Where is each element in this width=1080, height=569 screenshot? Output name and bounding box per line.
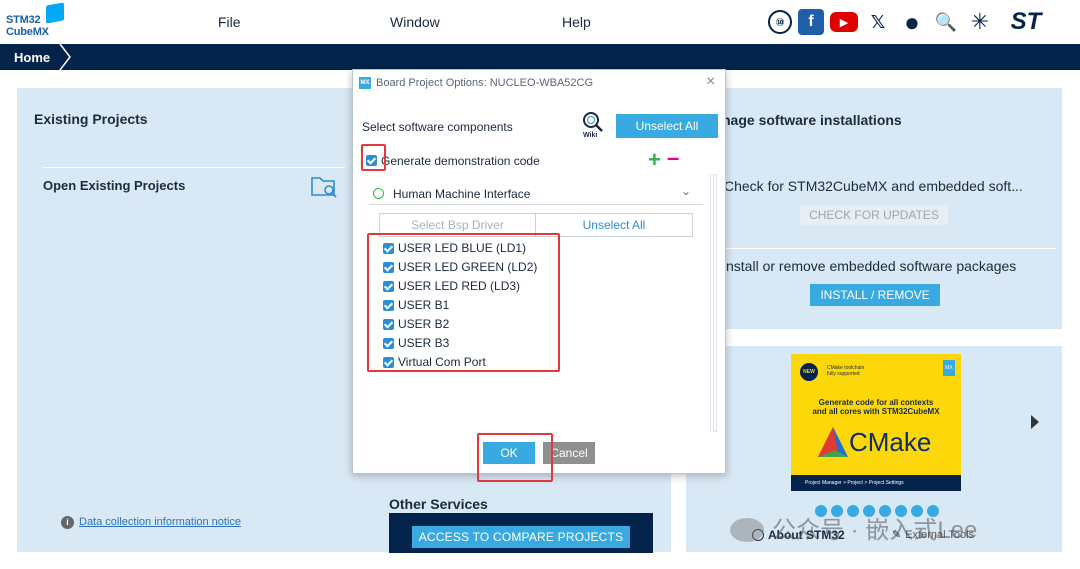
breadcrumb-bar: Home	[0, 44, 1080, 70]
unselect-all-tab[interactable]: Unselect All	[536, 213, 693, 237]
close-icon[interactable]: ×	[706, 73, 715, 91]
data-collection-notice-link[interactable]: Data collection information notice	[79, 516, 241, 528]
carousel-next-icon[interactable]	[1030, 414, 1040, 430]
anniversary-10-icon[interactable]: ⑩	[768, 10, 792, 34]
generate-demo-checkbox[interactable]	[366, 155, 377, 166]
x-icon[interactable]: 𝕏	[864, 8, 892, 36]
option-checkbox[interactable]	[383, 357, 394, 368]
new-badge: NEW	[800, 363, 818, 381]
divider	[43, 167, 345, 168]
info-icon: i	[61, 516, 74, 529]
install-remove-button[interactable]: INSTALL / REMOVE	[810, 284, 940, 306]
dialog-titlebar[interactable]: MX Board Project Options: NUCLEO-WBA52CG…	[353, 70, 725, 96]
wiki-label: Wiki	[583, 132, 598, 139]
facebook-icon[interactable]: f	[798, 9, 824, 35]
option-checkbox[interactable]	[383, 319, 394, 330]
scrollbar-thumb[interactable]	[713, 174, 717, 432]
search-community-icon[interactable]: 🔍	[932, 8, 960, 36]
dialog-scrollbar[interactable]	[710, 174, 718, 432]
cmake-footer: Project Manager > Project > Project Sett…	[791, 475, 961, 491]
wechat-icon	[730, 518, 764, 542]
open-existing-projects-label: Open Existing Projects	[43, 178, 186, 193]
st-logo[interactable]: ST	[1000, 8, 1052, 36]
wechat-watermark: 公众号 · 嵌入式Lee	[730, 510, 977, 545]
install-remove-text: nstall or remove embedded software packa…	[726, 258, 1017, 274]
board-project-options-dialog: MX Board Project Options: NUCLEO-WBA52CG…	[352, 69, 726, 474]
existing-projects-title: Existing Projects	[34, 111, 148, 127]
hmi-section-header[interactable]: Human Machine Interface ⌄	[369, 183, 703, 205]
option-label: USER LED BLUE (LD1)	[398, 241, 527, 255]
wiki-search-icon[interactable]: Wiki	[579, 110, 607, 142]
menu-file[interactable]: File	[218, 14, 241, 30]
divider	[724, 248, 1056, 249]
collapse-all-minus-icon[interactable]: –	[667, 145, 679, 171]
network-icon[interactable]: ✳	[966, 8, 994, 36]
menu-help[interactable]: Help	[562, 14, 591, 30]
chevron-down-icon: ⌄	[681, 184, 692, 198]
dialog-title: Board Project Options: NUCLEO-WBA52CG	[376, 77, 594, 89]
cmake-brand: CMake	[849, 427, 932, 457]
manage-software-title: nage software installations	[722, 112, 902, 128]
ok-button[interactable]: OK	[483, 442, 535, 464]
cmake-promo-card[interactable]: NEW CMake toolchain fully supported MX G…	[791, 354, 961, 491]
option-checkbox[interactable]	[383, 243, 394, 254]
option-label: USER LED GREEN (LD2)	[398, 260, 538, 274]
logo-text: STM32 CubeMX	[6, 14, 49, 38]
select-bsp-driver-tab[interactable]: Select Bsp Driver	[379, 213, 536, 237]
option-label: USER B3	[398, 336, 450, 350]
cmake-headline-2: and all cores with STM32CubeMX	[812, 407, 940, 416]
breadcrumb-chevron-icon	[59, 44, 71, 70]
unselect-all-button[interactable]: Unselect All	[616, 114, 718, 138]
top-menu-bar: STM32 CubeMX File Window Help ⑩ f ▶ 𝕏 ● …	[0, 0, 1080, 44]
open-folder-search-icon[interactable]	[310, 173, 338, 199]
github-icon[interactable]: ●	[898, 7, 926, 37]
stm32cubemx-logo[interactable]: STM32 CubeMX	[6, 2, 68, 42]
youtube-icon[interactable]: ▶	[830, 12, 858, 32]
access-compare-projects-button[interactable]: ACCESS TO COMPARE PROJECTS	[412, 526, 630, 548]
cancel-button[interactable]: Cancel	[543, 442, 595, 464]
option-label: USER B2	[398, 317, 450, 331]
select-software-components-label: Select software components	[362, 120, 513, 134]
generate-demo-label: Generate demonstration code	[381, 154, 540, 168]
menu-window[interactable]: Window	[390, 14, 440, 30]
option-label: Virtual Com Port	[398, 355, 486, 369]
check-updates-text: Check for STM32CubeMX and embedded soft.…	[724, 178, 1023, 194]
social-links: ⑩ f ▶ 𝕏 ● 🔍 ✳ ST	[768, 7, 1052, 37]
option-label: USER LED RED (LD3)	[398, 279, 521, 293]
check-circle-icon	[373, 188, 384, 199]
cmake-headline-1: Generate code for all contexts	[818, 398, 934, 407]
option-checkbox[interactable]	[383, 338, 394, 349]
option-checkbox[interactable]	[383, 281, 394, 292]
cmake-badge-text: CMake toolchain fully supported	[827, 365, 865, 377]
cmake-triangle-icon	[818, 427, 848, 457]
other-services-title: Other Services	[389, 496, 488, 512]
mx-small-badge: MX	[943, 360, 955, 376]
option-label: USER B1	[398, 298, 450, 312]
check-for-updates-button[interactable]: CHECK FOR UPDATES	[800, 205, 948, 225]
option-checkbox[interactable]	[383, 300, 394, 311]
option-checkbox[interactable]	[383, 262, 394, 273]
magnifier-icon	[583, 112, 603, 132]
mx-icon: MX	[359, 77, 371, 89]
hmi-label: Human Machine Interface	[393, 187, 531, 201]
expand-all-plus-icon[interactable]: +	[648, 147, 661, 173]
